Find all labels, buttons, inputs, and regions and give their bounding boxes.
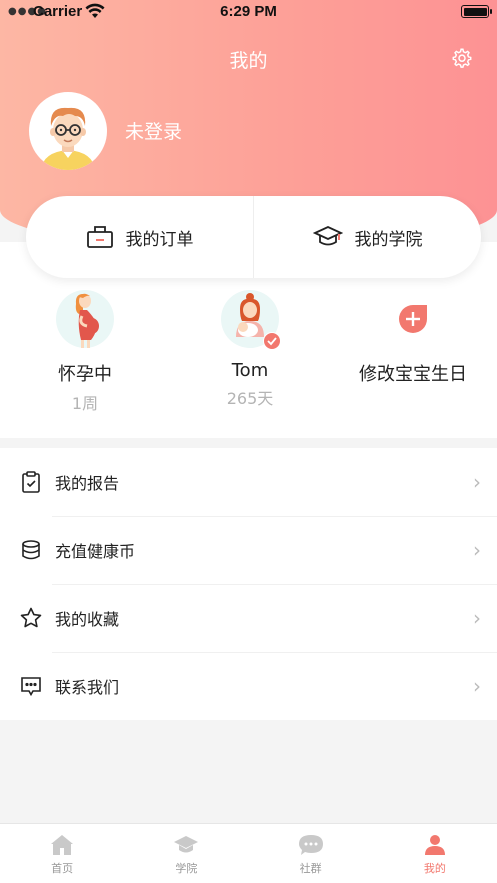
edit-baby-birthday-button[interactable]: 修改宝宝生日: [328, 286, 497, 386]
tab-mine[interactable]: 我的: [373, 824, 497, 883]
chat-bubble-icon: [298, 835, 323, 855]
tab-label: 我的: [423, 862, 446, 875]
baby-age: 265天: [226, 389, 274, 408]
gear-icon: [452, 48, 472, 68]
my-academy-button[interactable]: 我的学院: [254, 196, 481, 278]
chevron-right-icon: ›: [473, 674, 481, 698]
tab-label: 学院: [175, 862, 198, 875]
tab-label: 首页: [51, 862, 74, 875]
verified-check-icon: [263, 332, 281, 350]
star-icon: [20, 607, 42, 629]
baby-profile-tom[interactable]: Tom 265天: [165, 286, 335, 409]
chat-icon: [20, 675, 42, 697]
person-icon: [424, 835, 445, 855]
pregnant-avatar: [56, 290, 114, 348]
baby-profile-pregnant[interactable]: 怀孕中 1周: [0, 286, 170, 414]
login-status-link[interactable]: 未登录: [125, 117, 182, 144]
user-avatar-illustration: [41, 107, 95, 170]
clock: 6:29 PM: [220, 3, 277, 20]
menu-item-label: 我的收藏: [55, 610, 120, 629]
baby-name: 怀孕中: [58, 364, 112, 385]
graduation-cap-icon: [174, 836, 199, 853]
menu-item-recharge[interactable]: 充值健康币 ›: [0, 516, 497, 584]
settings-button[interactable]: [449, 45, 475, 71]
settings-menu: 我的报告 › 充值健康币 › 我的收藏 › 联系我们 ›: [0, 448, 497, 720]
chevron-right-icon: ›: [473, 606, 481, 630]
my-orders-label: 我的订单: [125, 229, 194, 250]
battery-icon: [461, 5, 492, 18]
baby-profiles: 怀孕中 1周 Tom 265天 修改宝宝生日: [0, 286, 497, 426]
chevron-right-icon: ›: [473, 538, 481, 562]
my-academy-label: 我的学院: [354, 229, 423, 250]
tab-home[interactable]: 首页: [0, 824, 124, 883]
menu-item-label: 联系我们: [55, 678, 120, 697]
tab-community[interactable]: 社群: [249, 824, 373, 883]
menu-item-contact[interactable]: 联系我们 ›: [0, 652, 497, 720]
add-baby-avatar: [384, 290, 442, 348]
mother-baby-avatar: [221, 290, 281, 350]
add-circle-icon: [399, 305, 427, 333]
quick-actions-card: 我的订单 我的学院: [26, 196, 481, 278]
status-bar: ●●●● Carrier 6:29 PM: [0, 0, 497, 24]
menu-item-report[interactable]: 我的报告 ›: [0, 448, 497, 516]
tab-bar: 首页 学院 社群 我的: [0, 823, 497, 883]
tab-label: 社群: [299, 862, 322, 875]
shopping-basket-icon: [86, 226, 113, 248]
report-icon: [20, 471, 42, 493]
pregnant-woman-icon: [75, 293, 99, 348]
home-icon: [51, 835, 74, 855]
menu-item-label: 充值健康币: [55, 542, 136, 561]
tab-academy[interactable]: 学院: [124, 824, 248, 883]
baby-name: Tom: [231, 360, 269, 381]
menu-item-label: 我的报告: [55, 474, 120, 493]
chevron-right-icon: ›: [473, 470, 481, 494]
page-title: 我的: [229, 50, 268, 72]
baby-age: 1周: [71, 394, 99, 413]
graduation-cap-icon: [312, 226, 343, 246]
my-orders-button[interactable]: 我的订单: [26, 196, 253, 278]
avatar[interactable]: [29, 92, 107, 170]
menu-item-favorites[interactable]: 我的收藏 ›: [0, 584, 497, 652]
coins-icon: [20, 539, 42, 561]
edit-birthday-label: 修改宝宝生日: [359, 364, 467, 385]
